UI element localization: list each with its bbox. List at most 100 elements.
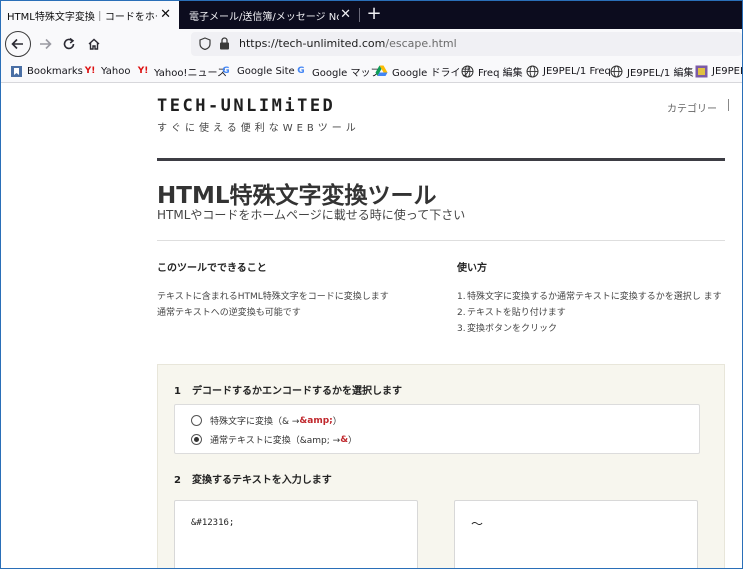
header-divider [728, 99, 729, 111]
input-text: &#12316; [191, 518, 235, 528]
decode-option-prefix: 通常テキストに変換（&amp; → [210, 436, 341, 446]
bookmark-item[interactable]: JE9PEL/ [694, 63, 742, 79]
url-host: https://tech-unlimited.com [239, 37, 386, 50]
navigation-bar: https://tech-unlimited.com/escape.html [1, 29, 742, 59]
google-icon: G [222, 66, 230, 76]
bookmark-label: JE9PEL/1 編集 [627, 67, 694, 79]
usage-step: 2. テキストを貼り付けます [457, 305, 723, 321]
usage-heading: 使い方 [457, 263, 487, 274]
shield-icon[interactable] [199, 37, 211, 50]
bookmark-item[interactable]: G Google マップ [294, 63, 380, 79]
encode-option-suffix: ） [332, 417, 342, 427]
page-subtitle: HTMLやコードをホームページに載せる時に使って下さい [157, 208, 466, 222]
decode-option[interactable]: 通常テキストに変換（&amp; → &） [191, 433, 357, 446]
features-description: テキストに含まれるHTML特殊文字をコードに変換します 通常テキストへの逆変換も… [157, 289, 389, 321]
bookmark-label: Google Site [237, 65, 295, 77]
bookmark-item[interactable]: Freq 編集 [460, 63, 523, 79]
header-rule [157, 158, 725, 161]
converter-panel: 1 デコードするかエンコードするかを選択します 特殊文字に変換（& → &amp;… [157, 364, 725, 568]
step-text: 変換ボタンをクリック [467, 324, 558, 334]
tab-label: 電子メール/送信簿/メッセージ No: 1 [189, 11, 339, 23]
features-line: 通常テキストへの逆変換も可能です [157, 308, 301, 318]
step-number: 2. [457, 308, 466, 318]
bookmark-item[interactable]: Bookmarks [9, 63, 83, 79]
page-content: TECH-UNLIMiTED すぐに使える便利なWEBツール カテゴリー HTM… [1, 84, 742, 568]
url-text: https://tech-unlimited.com/escape.html [239, 37, 457, 50]
bookmark-item[interactable]: G Google Site [219, 63, 295, 79]
input-textarea[interactable]: &#12316; [174, 500, 418, 568]
close-icon[interactable]: ✕ [340, 7, 351, 23]
google-drive-icon [374, 64, 388, 78]
usage-step: 3. 変換ボタンをクリック [457, 321, 723, 337]
step-number: 1. [457, 292, 466, 302]
page-title: HTML特殊文字変換ツール [157, 183, 437, 209]
encode-option-entity: &amp; [299, 415, 333, 426]
tab-divider [359, 8, 360, 22]
tab-html-escape[interactable]: HTML特殊文字変換｜コードをホームペ ✕ [1, 1, 179, 29]
new-tab-icon[interactable]: + [364, 4, 384, 24]
yahoo-icon: Y! [84, 66, 96, 76]
step1-number: 1 [174, 386, 181, 397]
bookmark-item[interactable]: JE9PEL/1 Freq [525, 63, 611, 79]
encode-option[interactable]: 特殊文字に変換（& → &amp;） [191, 414, 342, 427]
image-icon [694, 64, 708, 78]
bookmarks-icon [9, 64, 23, 78]
bookmark-label: Google ドライブ [392, 67, 471, 79]
arrow-right-icon [40, 38, 52, 50]
features-heading: このツールでできること [157, 263, 267, 274]
bookmark-item[interactable]: Y! Yahoo!ニュース [136, 63, 227, 79]
address-bar[interactable]: https://tech-unlimited.com/escape.html [191, 32, 742, 56]
bookmark-item[interactable]: Google ドライブ [374, 63, 470, 79]
home-button[interactable] [82, 32, 106, 56]
step-number: 3. [457, 324, 466, 334]
browser-window: HTML特殊文字変換｜コードをホームペ ✕ 電子メール/送信簿/メッセージ No… [0, 0, 743, 569]
mode-radio-group: 特殊文字に変換（& → &amp;） 通常テキストに変換（&amp; → &） [174, 404, 700, 454]
decode-option-suffix: ） [348, 436, 358, 446]
category-link[interactable]: カテゴリー [667, 100, 717, 115]
decode-radio[interactable] [191, 434, 202, 445]
google-icon: G [297, 66, 305, 76]
close-icon[interactable]: ✕ [160, 7, 171, 23]
globe-icon [525, 64, 539, 78]
url-path: /escape.html [385, 37, 457, 50]
output-text: 〜 [471, 517, 484, 531]
decode-option-char: & [340, 434, 349, 445]
bookmark-label: Bookmarks [27, 65, 83, 77]
reload-button[interactable] [57, 32, 81, 56]
bookmark-item[interactable]: Y! Yahoo [83, 63, 131, 79]
back-button[interactable] [5, 31, 31, 57]
home-icon [88, 38, 100, 50]
step2-label: 変換するテキストを入力します [192, 475, 332, 486]
bookmark-label: JE9PEL/1 Freq [543, 65, 611, 77]
bookmark-label: JE9PEL/ [712, 65, 742, 77]
usage-step: 1. 特殊文字に変換するか通常テキストに変換するかを選択し ます [457, 289, 723, 305]
yahoo-icon: Y! [137, 66, 149, 76]
tab-email[interactable]: 電子メール/送信簿/メッセージ No: 1 ✕ [181, 1, 359, 29]
tab-label: HTML特殊文字変換｜コードをホームペ [7, 11, 157, 23]
features-line: テキストに含まれるHTML特殊文字をコードに変換します [157, 292, 389, 302]
tab-bar: HTML特殊文字変換｜コードをホームペ ✕ 電子メール/送信簿/メッセージ No… [1, 1, 742, 29]
bookmarks-bar: Bookmarks Y! Yahoo Y! Yahoo!ニュース G Googl… [1, 59, 742, 83]
output-textarea[interactable]: 〜 [454, 500, 698, 568]
step1-label: デコードするかエンコードするかを選択します [192, 386, 402, 397]
bookmark-label: Freq 編集 [478, 67, 523, 79]
encode-option-prefix: 特殊文字に変換（& → [210, 417, 300, 427]
globe-icon [460, 64, 474, 78]
step-text: テキストを貼り付けます [467, 308, 566, 318]
encode-radio[interactable] [191, 415, 202, 426]
step1-heading: 1 デコードするかエンコードするかを選択します [174, 382, 402, 397]
step2-number: 2 [174, 475, 181, 486]
bookmark-label: Yahoo!ニュース [154, 67, 227, 79]
bookmark-label: Google マップ [312, 67, 381, 79]
site-logo[interactable]: TECH-UNLIMiTED [157, 96, 335, 116]
lock-icon[interactable] [219, 37, 230, 50]
bookmark-label: Yahoo [101, 65, 131, 77]
step2-heading: 2 変換するテキストを入力します [174, 471, 332, 486]
reload-icon [63, 37, 75, 50]
bookmark-item[interactable]: JE9PEL/1 編集 [609, 63, 693, 79]
usage-steps: 1. 特殊文字に変換するか通常テキストに変換するかを選択し ます 2. テキストを貼… [457, 289, 723, 337]
forward-button[interactable] [33, 32, 57, 56]
globe-icon [609, 64, 623, 78]
section-divider [157, 240, 725, 241]
arrow-left-icon [11, 38, 23, 50]
